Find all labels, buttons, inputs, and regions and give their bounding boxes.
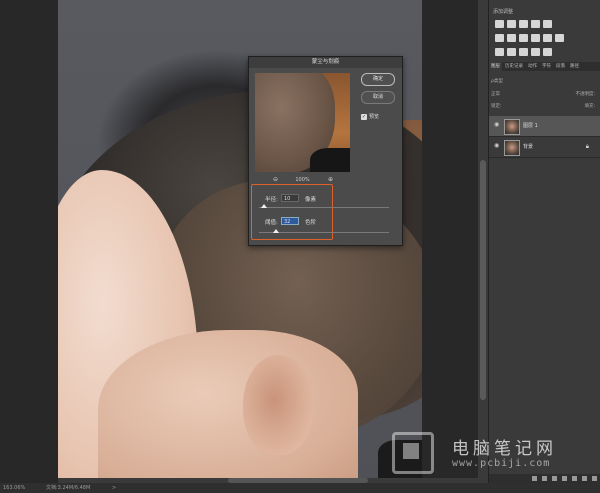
zoom-in-icon[interactable]: ⊕: [328, 176, 333, 183]
tab-layers[interactable]: 图层: [489, 62, 502, 71]
status-zoom[interactable]: 163.06%: [3, 483, 25, 493]
zoom-level: 100%: [295, 177, 310, 183]
threshold-label: 阈值:: [265, 220, 278, 226]
radius-slider-knob[interactable]: [261, 204, 268, 208]
black-white-icon[interactable]: [519, 34, 528, 42]
color-balance-icon[interactable]: [507, 34, 516, 42]
cancel-button[interactable]: 取消: [361, 91, 395, 104]
tab-paragraph[interactable]: 段落: [554, 62, 567, 71]
hue-saturation-icon[interactable]: [495, 34, 504, 42]
threshold-slider[interactable]: [259, 229, 389, 233]
image-ear: [243, 355, 313, 455]
lock-icon: 🔒︎: [585, 143, 589, 150]
layer-thumbnail: [504, 119, 520, 135]
exposure-icon[interactable]: [531, 20, 540, 28]
dust-scratches-dialog: 蒙尘与划痕 确定 取消 ✓ 预览 ⊖ 100% ⊕ 半径: 10 像素 阈值: 3…: [248, 56, 403, 246]
layer-filter-row[interactable]: ρ类型: [491, 78, 599, 86]
selective-color-icon[interactable]: [543, 48, 552, 56]
status-bar: 163.06% 文档:3.24M/6.48M >: [0, 483, 600, 493]
watermark-logo: [392, 432, 434, 474]
tab-actions[interactable]: 动作: [526, 62, 539, 71]
eye-icon[interactable]: ◉: [494, 143, 500, 149]
curves-icon[interactable]: [519, 20, 528, 28]
watermark-url: www.pcbiji.com: [452, 458, 551, 469]
zoom-out-icon[interactable]: ⊖: [273, 176, 278, 183]
layers-tabs: 图层 历史记录 动作 字符 段落 路径: [489, 62, 600, 71]
status-doc-size: 文档:3.24M/6.48M: [46, 485, 91, 491]
kind-filter[interactable]: ρ类型: [491, 79, 503, 84]
vertical-scrollbar[interactable]: [478, 0, 488, 483]
adjustments-grid: [495, 20, 595, 62]
image-cheek: [98, 330, 358, 483]
threshold-unit: 色阶: [305, 220, 317, 226]
layer-name[interactable]: 图层 1: [523, 122, 538, 129]
radius-unit: 像素: [305, 197, 317, 203]
dialog-title: 蒙尘与划痕: [249, 57, 402, 68]
fill-label[interactable]: 填充:: [584, 103, 595, 111]
vertical-scroll-thumb[interactable]: [480, 160, 486, 400]
radius-label: 半径:: [265, 197, 278, 203]
trash-icon[interactable]: [592, 476, 597, 481]
zoom-controls: ⊖ 100% ⊕: [255, 176, 350, 183]
ok-button[interactable]: 确定: [361, 73, 395, 86]
radius-input[interactable]: 10: [281, 194, 299, 202]
tab-history[interactable]: 历史记录: [503, 62, 525, 71]
right-panel: 添加调整 图层 历史记录 动作 字符 段落 路径 ρ类型 正常 不透明度: 锁定…: [488, 0, 600, 483]
layer-name[interactable]: 背景: [523, 143, 533, 150]
invert-icon[interactable]: [495, 48, 504, 56]
preview-collar: [310, 148, 350, 172]
color-lookup-icon[interactable]: [555, 34, 564, 42]
canvas-area[interactable]: [0, 0, 488, 483]
layer-row-background[interactable]: ◉ 背景 🔒︎: [489, 137, 600, 158]
blend-mode-select[interactable]: 正常: [491, 92, 500, 97]
brightness-icon[interactable]: [495, 20, 504, 28]
photo-filter-icon[interactable]: [531, 34, 540, 42]
radius-slider[interactable]: [259, 204, 389, 208]
check-icon[interactable]: ✓: [361, 113, 367, 120]
posterize-icon[interactable]: [507, 48, 516, 56]
status-arrow[interactable]: >: [112, 483, 116, 493]
vibrance-icon[interactable]: [543, 20, 552, 28]
filter-preview[interactable]: [255, 73, 350, 172]
adjustments-title: 添加调整: [493, 9, 514, 15]
lock-row: 锁定: 填充:: [491, 103, 599, 111]
levels-icon[interactable]: [507, 20, 516, 28]
blend-row: 正常 不透明度:: [491, 91, 599, 99]
eye-icon[interactable]: ◉: [494, 122, 500, 128]
layer-row-layer1[interactable]: ◉ 图层 1: [489, 116, 600, 137]
watermark: 电脑笔记网 www.pcbiji.com: [392, 432, 592, 478]
tab-character[interactable]: 字符: [540, 62, 553, 71]
tab-paths[interactable]: 路径: [568, 62, 581, 71]
opacity-label[interactable]: 不透明度:: [575, 91, 595, 99]
lock-label: 锁定:: [491, 104, 502, 109]
preview-label: 预览: [369, 114, 380, 120]
threshold-slider-knob[interactable]: [272, 229, 279, 233]
channel-mixer-icon[interactable]: [543, 34, 552, 42]
layer-thumbnail: [504, 140, 520, 156]
threshold-input[interactable]: 32: [281, 217, 299, 225]
watermark-name: 电脑笔记网: [452, 439, 557, 459]
preview-checkbox[interactable]: ✓ 预览: [361, 113, 379, 120]
threshold-icon[interactable]: [519, 48, 528, 56]
gradient-map-icon[interactable]: [531, 48, 540, 56]
